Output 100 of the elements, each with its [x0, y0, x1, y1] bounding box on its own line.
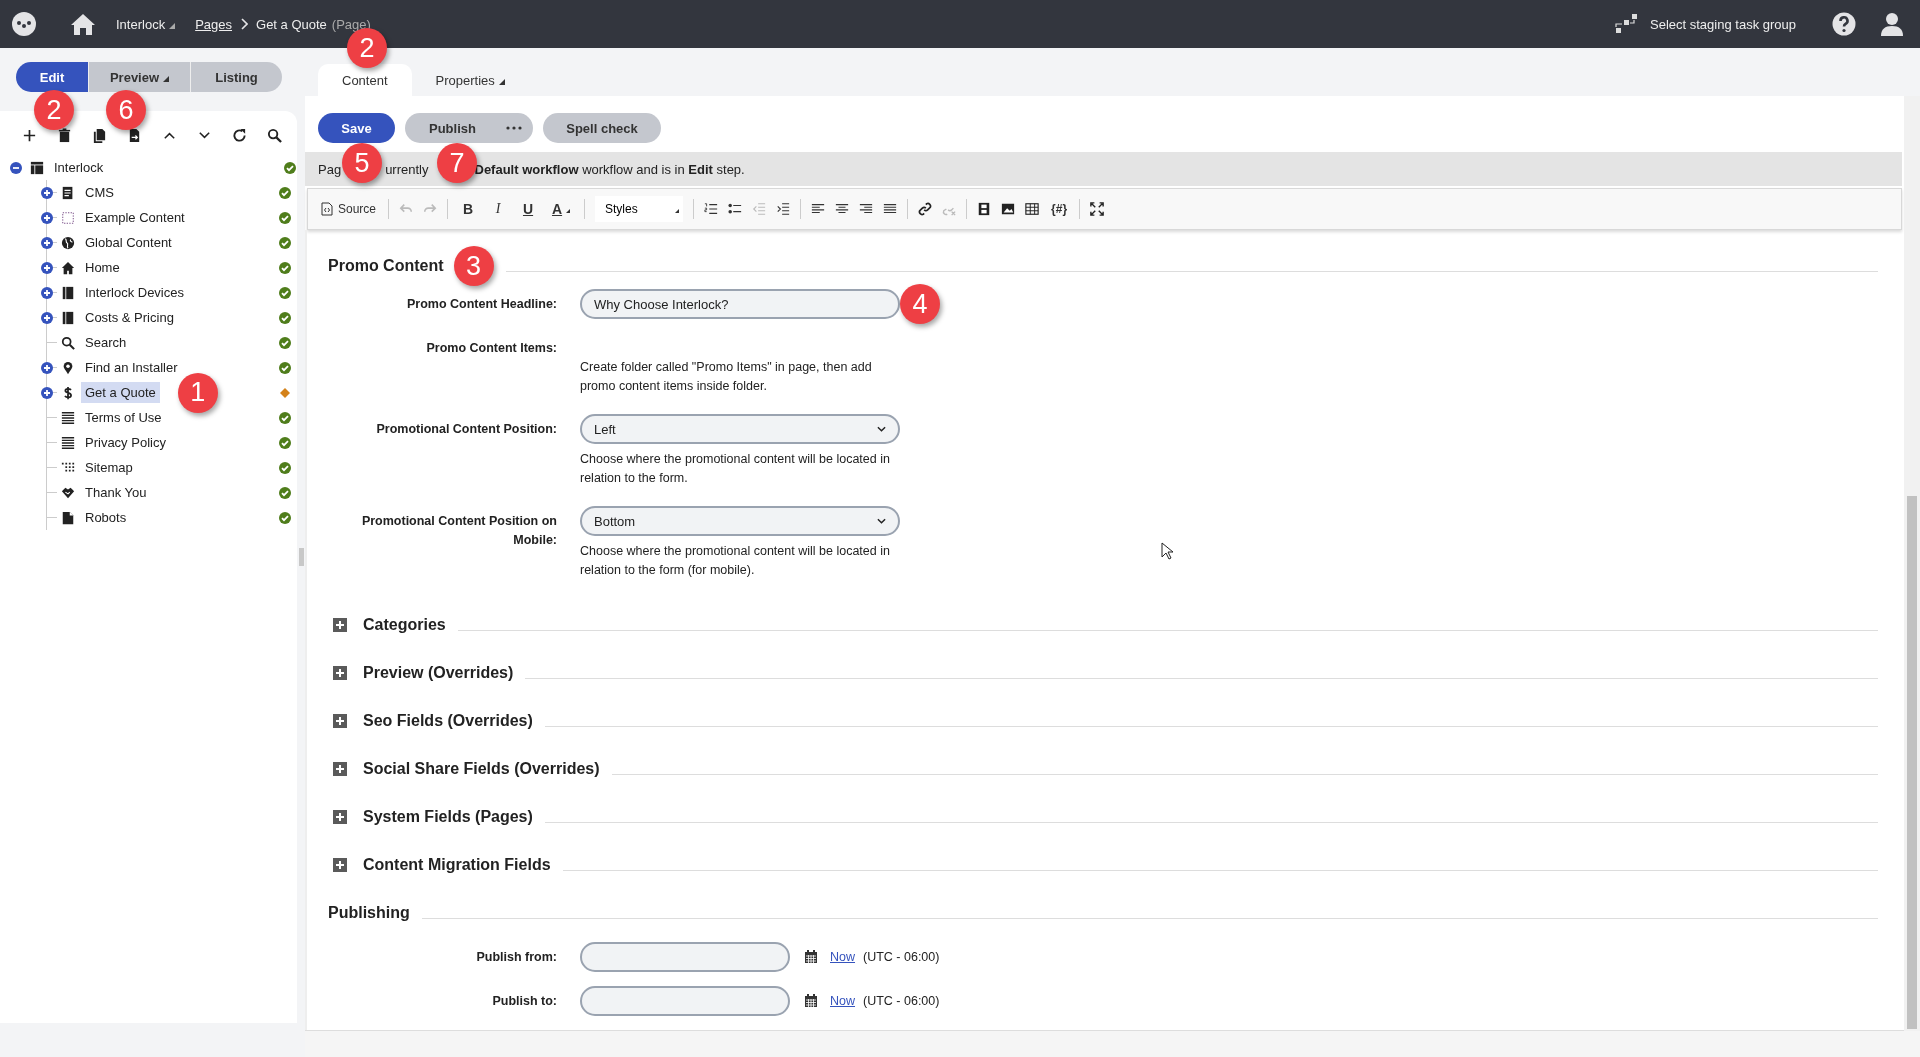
- spell-check-button[interactable]: Spell check: [543, 113, 661, 143]
- numbered-list-icon[interactable]: [704, 202, 719, 216]
- expand-icon[interactable]: [333, 810, 347, 824]
- image-icon[interactable]: [1001, 202, 1016, 216]
- tree-item[interactable]: Interlock Devices: [81, 282, 188, 303]
- expand-icon[interactable]: [41, 386, 53, 399]
- expand-icon[interactable]: [41, 236, 53, 249]
- scrollbar[interactable]: [1904, 96, 1920, 1031]
- align-right-icon[interactable]: [859, 202, 874, 216]
- date-field[interactable]: [580, 986, 790, 1016]
- indent-icon[interactable]: [776, 202, 791, 216]
- format-button[interactable]: U: [518, 201, 539, 217]
- tree-item[interactable]: Terms of Use: [81, 407, 166, 428]
- styles-dropdown[interactable]: Styles: [595, 196, 684, 222]
- variable-button[interactable]: {#}: [1049, 202, 1070, 216]
- home-icon[interactable]: [70, 12, 96, 36]
- section-title: Publishing: [328, 904, 410, 922]
- date-field[interactable]: [580, 942, 790, 972]
- tree-item[interactable]: Search: [81, 332, 131, 353]
- tab[interactable]: Properties: [411, 64, 529, 96]
- input-field[interactable]: Why Choose Interlock?: [580, 289, 900, 319]
- tree-item[interactable]: Privacy Policy: [81, 432, 170, 453]
- chevron-right-icon: [240, 18, 248, 30]
- tree-item[interactable]: Robots: [81, 507, 131, 528]
- mode-tab[interactable]: Edit: [16, 62, 88, 92]
- format-button[interactable]: A: [548, 201, 575, 217]
- user-icon[interactable]: [1880, 12, 1904, 36]
- maximize-icon[interactable]: [1090, 202, 1105, 216]
- bullet-list-icon[interactable]: [728, 202, 743, 216]
- tree-item[interactable]: Sitemap: [81, 457, 137, 478]
- tree-item[interactable]: Get a Quote: [81, 382, 160, 403]
- expand-icon[interactable]: [333, 858, 347, 872]
- expand-icon[interactable]: [333, 618, 347, 632]
- align-center-icon[interactable]: [835, 202, 850, 216]
- trash-icon[interactable]: [57, 128, 72, 143]
- section-title[interactable]: Content Migration Fields: [363, 856, 551, 874]
- collapse-icon[interactable]: [10, 161, 22, 174]
- mode-tab[interactable]: Listing: [190, 62, 282, 92]
- copy-icon[interactable]: [92, 128, 107, 143]
- tree-item[interactable]: Interlock: [50, 157, 108, 178]
- site-selector[interactable]: Interlock: [116, 16, 176, 32]
- tree-item[interactable]: Example Content: [81, 207, 189, 228]
- source-button[interactable]: Source: [318, 202, 379, 216]
- expand-icon[interactable]: [41, 211, 53, 224]
- field-label: Promo Content Headline:: [406, 296, 557, 313]
- expand-icon[interactable]: [333, 762, 347, 776]
- staging-task-group-button[interactable]: Select staging task group: [1650, 16, 1796, 32]
- now-link[interactable]: Now: [830, 950, 855, 964]
- more-icon[interactable]: [505, 126, 522, 130]
- tree-item[interactable]: Thank You: [81, 482, 151, 503]
- field-label: Promotional Content Position:: [375, 421, 557, 438]
- help-text: Choose where the promotional content will be located in relation to the form.: [580, 451, 891, 487]
- tree-item[interactable]: Global Content: [81, 232, 176, 253]
- pin-icon: [61, 360, 75, 375]
- search-icon[interactable]: [267, 128, 282, 143]
- table-icon[interactable]: [1025, 202, 1040, 216]
- now-link[interactable]: Now: [830, 994, 855, 1008]
- workflow-message: Pag: [318, 161, 342, 177]
- select-field[interactable]: Bottom: [580, 506, 900, 536]
- expand-icon[interactable]: [41, 361, 53, 374]
- home-icon: [61, 260, 75, 275]
- format-button[interactable]: B: [458, 201, 479, 217]
- expand-icon[interactable]: [333, 714, 347, 728]
- expand-icon[interactable]: [41, 186, 53, 199]
- save-button[interactable]: Save: [318, 113, 395, 143]
- section-title[interactable]: System Fields (Pages): [363, 808, 533, 826]
- expand-icon[interactable]: [333, 666, 347, 680]
- align-left-icon[interactable]: [811, 202, 826, 216]
- section-title[interactable]: Seo Fields (Overrides): [363, 712, 533, 730]
- section-title[interactable]: Preview (Overrides): [363, 664, 514, 682]
- expand-icon[interactable]: [41, 261, 53, 274]
- expand-icon[interactable]: [41, 311, 53, 324]
- move-file-icon[interactable]: [127, 128, 142, 143]
- link-icon[interactable]: [918, 202, 933, 216]
- help-icon[interactable]: [1832, 12, 1856, 36]
- calendar-icon[interactable]: [804, 950, 818, 964]
- select-field[interactable]: Left: [580, 414, 900, 444]
- publish-button[interactable]: Publish: [405, 113, 533, 143]
- expand-icon[interactable]: [41, 286, 53, 299]
- format-button[interactable]: I: [488, 201, 509, 217]
- field-label: Publish to:: [491, 992, 557, 1010]
- tab[interactable]: Content: [318, 64, 412, 96]
- align-justify-icon[interactable]: [883, 202, 898, 216]
- staging-icon[interactable]: [1614, 13, 1638, 35]
- tree-item[interactable]: CMS: [81, 182, 118, 203]
- splitter-handle[interactable]: [299, 548, 304, 566]
- refresh-icon[interactable]: [232, 128, 247, 143]
- logo-icon[interactable]: [12, 12, 36, 36]
- calendar-icon[interactable]: [804, 994, 818, 1008]
- mode-tab[interactable]: Preview: [88, 62, 190, 92]
- tree-item[interactable]: Costs & Pricing: [81, 307, 178, 328]
- field-label: Promotional Content Position on Mobile:: [360, 513, 557, 549]
- breadcrumb-link[interactable]: Pages: [195, 16, 232, 32]
- timezone-label: (UTC - 06:00): [863, 950, 940, 964]
- film-icon[interactable]: [977, 202, 992, 216]
- section-title[interactable]: Categories: [363, 616, 446, 634]
- section-title[interactable]: Social Share Fields (Overrides): [363, 760, 600, 778]
- lines-icon: [61, 410, 75, 425]
- add-icon[interactable]: [22, 128, 37, 143]
- tree-item[interactable]: Home: [81, 257, 124, 278]
